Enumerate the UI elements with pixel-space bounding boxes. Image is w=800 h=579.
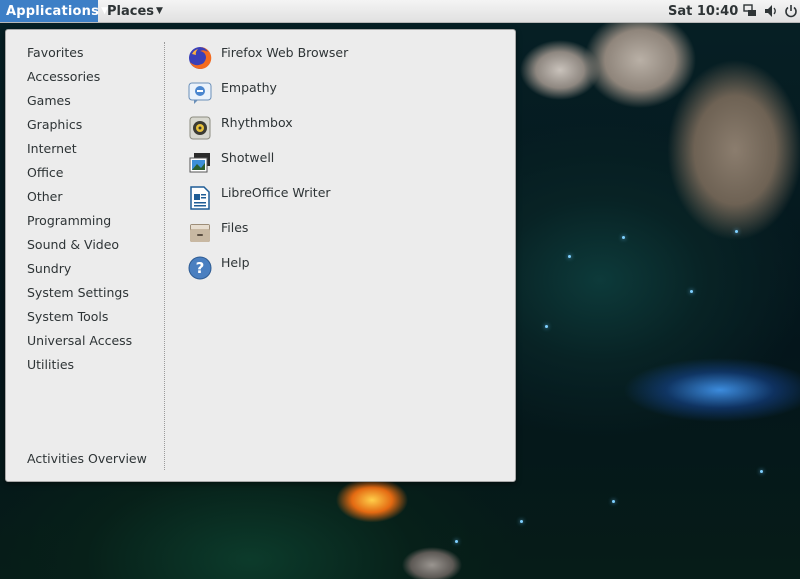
help-icon: ? [188, 256, 212, 280]
files-icon [188, 221, 212, 245]
star [622, 236, 625, 239]
star [690, 290, 693, 293]
app-item-libreoffice-writer[interactable]: LibreOffice Writer [186, 184, 486, 216]
app-label: Firefox Web Browser [221, 45, 349, 60]
network-icon[interactable] [743, 4, 757, 18]
category-list: Favorites Accessories Games Graphics Int… [27, 45, 132, 381]
libreoffice-writer-icon [188, 186, 212, 210]
category-system-settings[interactable]: System Settings [27, 285, 132, 309]
app-label: LibreOffice Writer [221, 185, 331, 200]
app-label: Rhythmbox [221, 115, 293, 130]
top-panel: Applications ▼ Places ▼ Sat 10:40 [0, 0, 800, 23]
category-sundry[interactable]: Sundry [27, 261, 132, 285]
category-system-tools[interactable]: System Tools [27, 309, 132, 333]
applications-label: Applications [6, 3, 100, 19]
app-item-help[interactable]: ? Help [186, 254, 486, 286]
app-item-firefox[interactable]: Firefox Web Browser [186, 44, 486, 76]
category-graphics[interactable]: Graphics [27, 117, 132, 141]
empathy-icon [188, 81, 212, 105]
app-label: Files [221, 220, 249, 235]
star [612, 500, 615, 503]
star [545, 325, 548, 328]
volume-icon[interactable] [764, 4, 778, 18]
firefox-icon [188, 46, 212, 70]
star [520, 520, 523, 523]
category-accessories[interactable]: Accessories [27, 69, 132, 93]
app-label: Empathy [221, 80, 277, 95]
clock[interactable]: Sat 10:40 [668, 0, 738, 22]
star [455, 540, 458, 543]
category-favorites[interactable]: Favorites [27, 45, 132, 69]
app-label: Help [221, 255, 250, 270]
category-office[interactable]: Office [27, 165, 132, 189]
app-item-empathy[interactable]: Empathy [186, 79, 486, 111]
chevron-down-icon: ▼ [156, 6, 163, 16]
app-label: Shotwell [221, 150, 275, 165]
rhythmbox-icon [188, 116, 212, 140]
star [760, 470, 763, 473]
power-icon[interactable] [784, 4, 798, 18]
app-item-shotwell[interactable]: Shotwell [186, 149, 486, 181]
places-menu-button[interactable]: Places ▼ [107, 0, 163, 22]
category-utilities[interactable]: Utilities [27, 357, 132, 381]
category-programming[interactable]: Programming [27, 213, 132, 237]
applications-menu-button[interactable]: Applications ▼ [0, 0, 108, 22]
category-games[interactable]: Games [27, 93, 132, 117]
app-item-files[interactable]: Files [186, 219, 486, 251]
applications-menu: Favorites Accessories Games Graphics Int… [5, 29, 516, 482]
clock-label: Sat 10:40 [668, 3, 739, 19]
category-internet[interactable]: Internet [27, 141, 132, 165]
places-label: Places [107, 3, 155, 19]
star [568, 255, 571, 258]
svg-text:?: ? [196, 259, 205, 277]
category-universal-access[interactable]: Universal Access [27, 333, 132, 357]
shotwell-icon [188, 151, 212, 175]
activities-overview-link[interactable]: Activities Overview [27, 451, 147, 466]
star [735, 230, 738, 233]
menu-divider [164, 42, 165, 470]
app-item-rhythmbox[interactable]: Rhythmbox [186, 114, 486, 146]
category-other[interactable]: Other [27, 189, 132, 213]
category-sound-video[interactable]: Sound & Video [27, 237, 132, 261]
